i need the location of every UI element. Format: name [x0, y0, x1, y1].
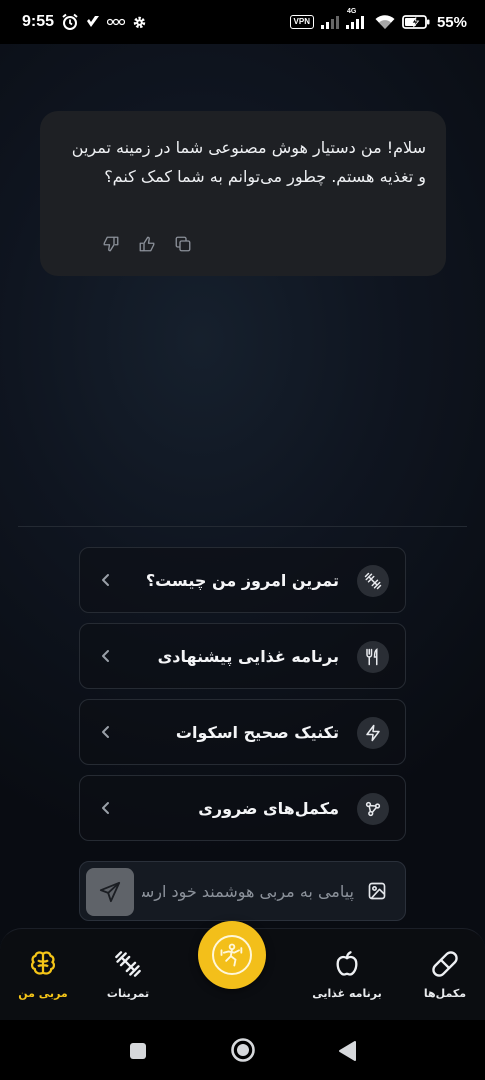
system-navigation — [0, 1020, 485, 1080]
status-bar: 9:55 VPN 4G 55% — [0, 0, 485, 44]
suggestion-todays-workout[interactable]: تمرین امروز من چیست؟ — [79, 547, 406, 613]
utensils-icon — [357, 641, 389, 673]
nav-item-meal-plan[interactable]: برنامه غذایی — [302, 949, 392, 1000]
nav-label: مکمل‌ها — [423, 987, 467, 1000]
nav-label: تمرینات — [106, 987, 150, 1000]
message-composer — [79, 861, 406, 921]
wifi-icon — [375, 14, 395, 30]
check-mark-icon — [86, 15, 100, 29]
send-button[interactable] — [86, 868, 134, 916]
status-time: 9:55 — [22, 13, 55, 30]
nav-item-workouts[interactable]: تمرینات — [83, 949, 173, 1000]
signal-icon — [320, 15, 339, 29]
fitness-logo-icon — [212, 935, 252, 975]
alarm-icon — [61, 13, 79, 31]
image-upload-icon[interactable] — [367, 881, 387, 901]
gear-icon — [132, 15, 147, 30]
brain-icon — [28, 949, 58, 979]
data-saver-icon — [107, 17, 126, 27]
pill-icon — [430, 949, 460, 979]
dumbbell-icon — [113, 949, 143, 979]
network-label: 4G — [346, 7, 357, 15]
suggestion-meal-plan[interactable]: برنامه غذایی پیشنهادی — [79, 623, 406, 689]
assistant-message-bubble: سلام! من دستیار هوش مصنوعی شما در زمینه … — [40, 111, 446, 276]
battery-icon — [402, 15, 430, 29]
back-triangle-icon[interactable] — [337, 1040, 357, 1062]
message-actions — [102, 235, 192, 253]
suggestion-label: برنامه غذایی پیشنهادی — [157, 646, 339, 666]
chevron-left-icon — [100, 572, 112, 588]
suggestion-essential-supplements[interactable]: مکمل‌های ضروری — [79, 775, 406, 841]
thumbs-up-icon[interactable] — [138, 235, 156, 253]
suggestion-label: مکمل‌های ضروری — [198, 798, 339, 818]
nav-label: مربی من — [18, 987, 68, 1000]
dumbbell-icon — [357, 565, 389, 597]
status-right: VPN 4G 55% — [289, 8, 467, 31]
suggestion-squat-technique[interactable]: تکنیک صحیح اسکوات — [79, 699, 406, 765]
screen: 9:55 VPN 4G 55% سلام! من دستیار هوش مصنو… — [0, 0, 485, 1080]
lightning-icon — [357, 717, 389, 749]
apple-icon — [332, 949, 362, 979]
copy-icon[interactable] — [174, 235, 192, 253]
assistant-message-text: سلام! من دستیار هوش مصنوعی شما در زمینه … — [71, 138, 426, 186]
chevron-left-icon — [100, 724, 112, 740]
battery-percent: 55% — [436, 13, 467, 31]
home-circle-icon[interactable] — [230, 1037, 256, 1063]
nav-label: برنامه غذایی — [312, 987, 382, 1000]
center-logo-button[interactable] — [198, 921, 266, 989]
recents-square-icon[interactable] — [129, 1042, 147, 1060]
message-input[interactable] — [142, 872, 354, 910]
suggestion-label: تمرین امروز من چیست؟ — [145, 570, 339, 590]
molecule-icon — [357, 793, 389, 825]
suggestion-label: تکنیک صحیح اسکوات — [175, 722, 339, 742]
chevron-left-icon — [100, 648, 112, 664]
signal-4g-icon: 4G — [345, 8, 368, 29]
thumbs-down-icon[interactable] — [102, 235, 120, 253]
status-left: 9:55 — [22, 13, 147, 31]
nav-item-supplements[interactable]: مکمل‌ها — [400, 949, 485, 1000]
vpn-badge: VPN — [289, 15, 314, 29]
nav-item-coach[interactable]: مربی من — [0, 949, 88, 1000]
divider — [18, 526, 467, 527]
chevron-left-icon — [100, 800, 112, 816]
